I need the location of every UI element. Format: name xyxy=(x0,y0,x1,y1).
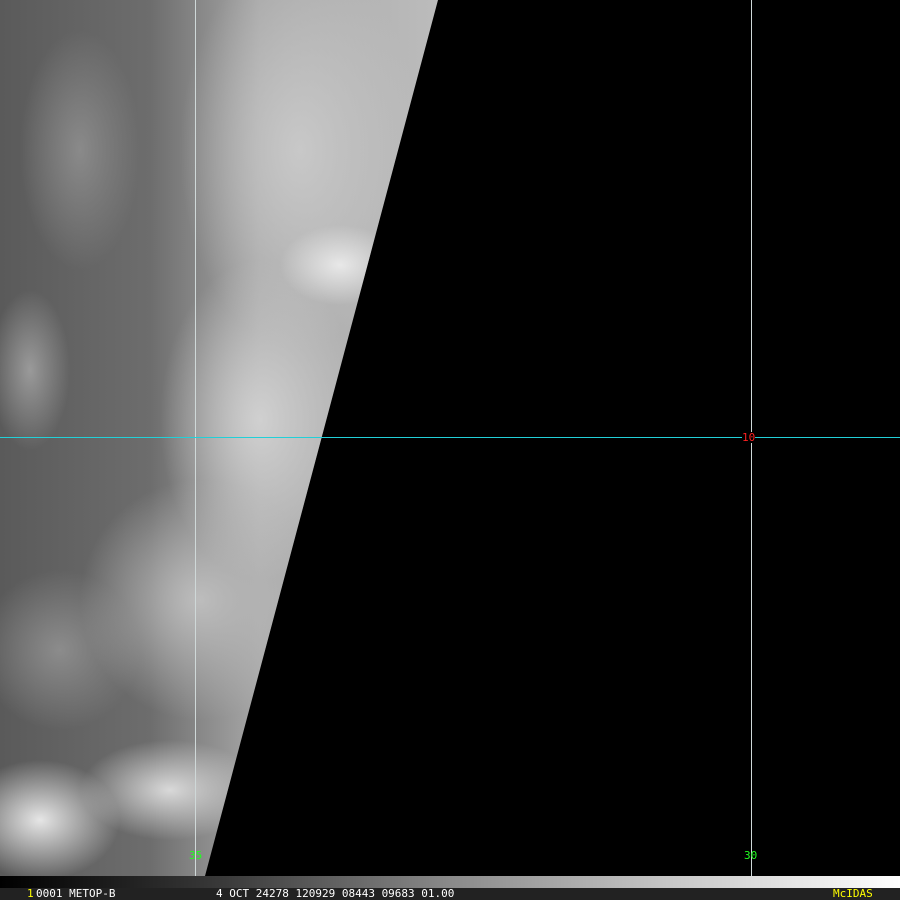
longitude-label-35: 35 xyxy=(189,849,203,862)
satellite-imagery xyxy=(0,0,438,876)
satellite-name: 0001 METOP-B xyxy=(36,887,116,900)
latitude-line-10 xyxy=(0,437,900,438)
satellite-image-viewer: 10 35 30 1 0001 METOP-B 4 OCT 24278 120929… xyxy=(0,0,900,900)
mcidas-brand: McIDAS xyxy=(833,887,873,900)
image-date-info: 4 OCT 24278 120929 08443 09683 01.00 xyxy=(216,887,455,900)
latitude-label: 10 xyxy=(742,431,756,444)
frame-number: 1 xyxy=(27,887,34,900)
longitude-line-30 xyxy=(751,0,752,888)
longitude-line-35 xyxy=(195,0,196,888)
status-bar: 1 0001 METOP-B 4 OCT 24278 120929 08443 09… xyxy=(0,888,900,900)
longitude-label-30: 30 xyxy=(744,849,758,862)
